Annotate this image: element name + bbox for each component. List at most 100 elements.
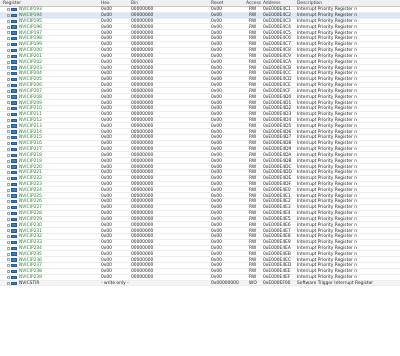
- hex-value[interactable]: 0x00: [101, 7, 112, 12]
- bin-value[interactable]: 00000000: [131, 269, 153, 274]
- hex-value[interactable]: 0x00: [101, 199, 112, 204]
- expand-box-icon[interactable]: [7, 89, 10, 93]
- expand-box-icon[interactable]: [7, 171, 10, 175]
- expand-box-icon[interactable]: [7, 25, 10, 29]
- hex-value[interactable]: 0x00: [101, 31, 112, 36]
- bin-value[interactable]: 00000000: [131, 31, 153, 36]
- hex-value[interactable]: 0x00: [101, 147, 112, 152]
- expand-box-icon[interactable]: [7, 200, 10, 204]
- bin-value[interactable]: 00000000: [131, 60, 153, 65]
- hex-value[interactable]: 0x00: [101, 48, 112, 53]
- bin-value[interactable]: 00000000: [131, 182, 153, 187]
- hex-value[interactable]: 0x00: [101, 130, 112, 135]
- bin-value[interactable]: 00000000: [131, 141, 153, 146]
- hex-value[interactable]: 0x00: [101, 77, 112, 82]
- table-row[interactable]: NVICSTIR - write only - 0x00000000 WO 0xE000…: [0, 280, 400, 287]
- header-address[interactable]: Address: [263, 1, 281, 6]
- bin-value[interactable]: 00000000: [131, 95, 153, 100]
- hex-value[interactable]: 0x00: [101, 170, 112, 175]
- hex-value[interactable]: 0x00: [101, 54, 112, 59]
- hex-value[interactable]: 0x00: [101, 211, 112, 216]
- expand-box-icon[interactable]: [7, 72, 10, 76]
- hex-value[interactable]: 0x00: [101, 275, 112, 280]
- hex-value[interactable]: 0x00: [101, 234, 112, 239]
- header-register[interactable]: Register: [3, 1, 21, 6]
- header-reset[interactable]: Reset: [211, 1, 223, 6]
- expand-box-icon[interactable]: [7, 54, 10, 58]
- expand-box-icon[interactable]: [7, 281, 10, 285]
- hex-value[interactable]: 0x00: [101, 141, 112, 146]
- bin-value[interactable]: 00000000: [131, 124, 153, 129]
- expand-box-icon[interactable]: [7, 229, 10, 233]
- expand-box-icon[interactable]: [7, 223, 10, 227]
- expand-box-icon[interactable]: [7, 142, 10, 146]
- bin-value[interactable]: 00000000: [131, 234, 153, 239]
- bin-value[interactable]: 00000000: [131, 205, 153, 210]
- expand-box-icon[interactable]: [7, 235, 10, 239]
- hex-value[interactable]: 0x00: [101, 36, 112, 41]
- expand-box-icon[interactable]: [7, 240, 10, 244]
- hex-value[interactable]: 0x00: [101, 176, 112, 181]
- hex-value[interactable]: 0x00: [101, 182, 112, 187]
- hex-value[interactable]: 0x00: [101, 188, 112, 193]
- expand-box-icon[interactable]: [7, 275, 10, 279]
- bin-value[interactable]: 00000000: [131, 42, 153, 47]
- bin-value[interactable]: 00000000: [131, 66, 153, 71]
- expand-box-icon[interactable]: [7, 83, 10, 87]
- hex-value[interactable]: 0x00: [101, 194, 112, 199]
- bin-value[interactable]: 00000000: [131, 246, 153, 251]
- bin-value[interactable]: 00000000: [131, 83, 153, 88]
- bin-value[interactable]: 00000000: [131, 101, 153, 106]
- expand-box-icon[interactable]: [7, 14, 10, 17]
- expand-box-icon[interactable]: [7, 19, 10, 23]
- expand-box-icon[interactable]: [7, 48, 10, 52]
- bin-value[interactable]: 00000000: [131, 275, 153, 280]
- expand-box-icon[interactable]: [7, 147, 10, 151]
- bin-value[interactable]: 00000000: [131, 130, 153, 135]
- hex-value[interactable]: 0x00: [101, 153, 112, 158]
- expand-box-icon[interactable]: [7, 130, 10, 134]
- expand-box-icon[interactable]: [7, 206, 10, 210]
- expand-box-icon[interactable]: [7, 95, 10, 99]
- hex-value[interactable]: 0x00: [101, 223, 112, 228]
- bin-value[interactable]: 00000000: [131, 19, 153, 24]
- bin-value[interactable]: 00000000: [131, 258, 153, 263]
- bin-value[interactable]: 00000000: [131, 211, 153, 216]
- hex-value[interactable]: - write only -: [101, 281, 129, 286]
- header-bin[interactable]: Bin: [131, 1, 138, 6]
- hex-value[interactable]: 0x00: [101, 135, 112, 140]
- hex-value[interactable]: 0x00: [101, 106, 112, 111]
- bin-value[interactable]: 00000000: [131, 71, 153, 76]
- expand-box-icon[interactable]: [7, 43, 10, 47]
- bin-value[interactable]: 00000000: [131, 223, 153, 228]
- bin-value[interactable]: 00000000: [131, 118, 153, 123]
- bin-value[interactable]: 00000000: [131, 199, 153, 204]
- hex-value[interactable]: 0x00: [101, 60, 112, 65]
- expand-box-icon[interactable]: [7, 182, 10, 186]
- expand-box-icon[interactable]: [7, 101, 10, 105]
- hex-value[interactable]: 0x00: [101, 217, 112, 222]
- hex-value[interactable]: 0x00: [101, 252, 112, 257]
- hex-value[interactable]: 0x00: [101, 263, 112, 268]
- bin-value[interactable]: 00000000: [131, 54, 153, 59]
- expand-box-icon[interactable]: [7, 60, 10, 64]
- hex-value[interactable]: 0x00: [101, 165, 112, 170]
- bin-value[interactable]: 00000000: [131, 135, 153, 140]
- expand-box-icon[interactable]: [7, 107, 10, 111]
- bin-value[interactable]: 00000000: [131, 153, 153, 158]
- expand-box-icon[interactable]: [7, 252, 10, 256]
- bin-value[interactable]: 00000000: [131, 159, 153, 164]
- expand-box-icon[interactable]: [7, 118, 10, 122]
- expand-box-icon[interactable]: [7, 246, 10, 250]
- hex-value[interactable]: 0x00: [101, 159, 112, 164]
- bin-value[interactable]: 00000000: [131, 240, 153, 245]
- bin-value[interactable]: 00000000: [131, 229, 153, 234]
- bin-value[interactable]: 00000000: [131, 147, 153, 152]
- header-description[interactable]: Description: [297, 1, 322, 6]
- expand-box-icon[interactable]: [7, 217, 10, 221]
- hex-value[interactable]: 0x00: [101, 101, 112, 106]
- expand-box-icon[interactable]: [7, 176, 10, 180]
- hex-value[interactable]: 0x00: [101, 229, 112, 234]
- hex-value[interactable]: 0x00: [101, 66, 112, 71]
- hex-value[interactable]: 0x00: [101, 124, 112, 129]
